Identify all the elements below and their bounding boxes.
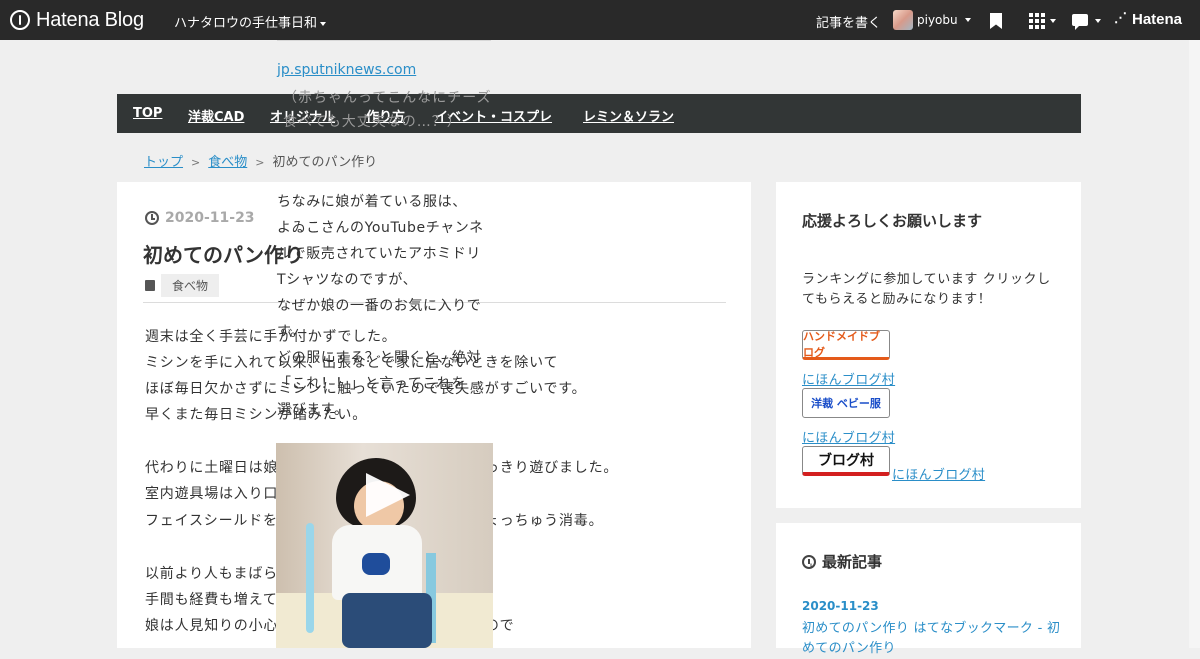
breadcrumb-separator: > xyxy=(191,156,201,169)
module-title: 最新記事 xyxy=(802,551,882,572)
hatena-top-bar: Hatena Blog ハナタロウの手仕事日和 記事を書く piyobu Hat… xyxy=(0,0,1200,40)
breadcrumb-category[interactable]: 食べ物 xyxy=(208,155,247,170)
play-icon[interactable] xyxy=(366,473,410,517)
nav-remin-soran[interactable]: レミン＆ソラン xyxy=(583,106,674,125)
chevron-down-icon xyxy=(964,18,971,22)
recent-entry: 初めてのパン作り はてなブックマーク - 初めてのパン作り xyxy=(802,619,1062,659)
article-date[interactable]: 2020-11-23 xyxy=(145,210,255,226)
write-article-button[interactable]: 記事を書く xyxy=(816,12,881,31)
sidebar-support-module: 応援よろしくお願いします ランキングに参加しています クリックしてもらえると励み… xyxy=(776,182,1081,508)
text-line: Tシャツなのですが、 xyxy=(277,272,418,288)
module-title: 応援よろしくお願いします xyxy=(802,212,983,230)
hatena-logo-icon xyxy=(10,10,30,30)
nihon-blogmura-link[interactable]: にほんブログ村 xyxy=(802,369,895,388)
global-nav: TOP 洋裁CAD オリジナル 作り方 イベント・コスプレ レミン＆ソラン xyxy=(117,94,1081,133)
handmade-blog-banner[interactable]: ハンドメイドブログ xyxy=(802,330,890,360)
hatena-brand-text: Hatena xyxy=(1132,11,1183,28)
breadcrumb-home[interactable]: トップ xyxy=(144,155,183,170)
video-player[interactable] xyxy=(276,443,493,648)
chevron-down-icon xyxy=(320,21,327,26)
chevron-down-icon xyxy=(1095,19,1101,23)
history-icon xyxy=(802,554,816,569)
text-line: ルで販売されていたアホミドリ xyxy=(277,246,481,262)
folder-icon xyxy=(145,280,155,291)
chevron-down-icon xyxy=(1050,19,1056,23)
video-shirt-print xyxy=(362,553,390,575)
clock-icon xyxy=(145,211,159,225)
divider xyxy=(277,40,491,41)
text-line: なぜか娘の一番のお気に入りで xyxy=(277,298,482,314)
overlay-paragraph: ちなみに娘が着ている服は、 よゐこさんのYouTubeチャンネ ルで販売されてい… xyxy=(277,189,493,423)
chat-icon[interactable] xyxy=(1072,14,1088,30)
text-line: 「これ！！」と言ってこれを xyxy=(277,376,467,392)
body-line: 以前より人もまばらで xyxy=(145,566,293,582)
hatena-brand-link[interactable]: Hatena xyxy=(1114,10,1183,29)
username: piyobu xyxy=(917,13,958,27)
quote-text: （赤ちゃんってこんなにチーズ食べても大丈夫なの…？） xyxy=(283,90,492,130)
sidebar-recent-module: 最新記事 2020-11-23 初めてのパン作り はてなブックマーク - 初めて… xyxy=(776,523,1081,656)
breadcrumb-separator: > xyxy=(255,156,265,169)
hatena-mark-icon xyxy=(1114,10,1128,26)
nav-top[interactable]: TOP xyxy=(133,106,162,121)
nav-cad[interactable]: 洋裁CAD xyxy=(188,106,244,125)
external-link[interactable]: jp.sputniknews.com xyxy=(277,62,416,78)
video-child-legs xyxy=(342,593,432,648)
text-line: ちなみに娘が着ている服は、 xyxy=(277,194,467,210)
video-rail xyxy=(306,523,314,633)
nihon-blogmura-link[interactable]: にほんブログ村 xyxy=(802,427,895,446)
module-text: ランキングに参加しています クリックしてもらえると励みになります！ xyxy=(802,272,1051,307)
blogmura-banner[interactable]: ブログ村 xyxy=(802,446,890,476)
sewing-baby-banner[interactable]: 洋裁 ベビー服 xyxy=(802,388,890,418)
hatena-blog-logo[interactable]: Hatena Blog xyxy=(10,8,144,32)
text-line: 選びます。 xyxy=(277,402,349,418)
avatar xyxy=(893,10,913,30)
blog-name-menu[interactable]: ハナタロウの手仕事日和 xyxy=(174,12,327,31)
text-line: す。 xyxy=(277,324,305,340)
category-tag[interactable]: 食べ物 xyxy=(161,274,220,297)
logo-text: Hatena Blog xyxy=(36,8,144,31)
recent-entry-date: 2020-11-23 xyxy=(802,599,879,613)
grid-menu-icon[interactable] xyxy=(1029,13,1045,29)
recent-entry-link[interactable]: 初めてのパン作り xyxy=(802,621,909,636)
article-categories: 食べ物 xyxy=(145,274,220,297)
date-text: 2020-11-23 xyxy=(165,210,255,226)
recent-title-text: 最新記事 xyxy=(822,553,883,571)
blog-name: ハナタロウの手仕事日和 xyxy=(174,16,318,31)
text-line: よゐこさんのYouTubeチャンネ xyxy=(277,220,484,236)
breadcrumb: トップ > 食べ物 > 初めてのパン作り xyxy=(144,151,377,170)
bookmark-icon[interactable] xyxy=(990,13,1002,29)
nihon-blogmura-link[interactable]: にほんブログ村 xyxy=(892,464,985,483)
breadcrumb-current: 初めてのパン作り xyxy=(272,155,378,170)
scrollbar[interactable] xyxy=(1189,40,1200,648)
text-line: どの服にする？と聞くと、絶対 xyxy=(277,350,481,366)
user-menu[interactable]: piyobu xyxy=(893,10,971,30)
